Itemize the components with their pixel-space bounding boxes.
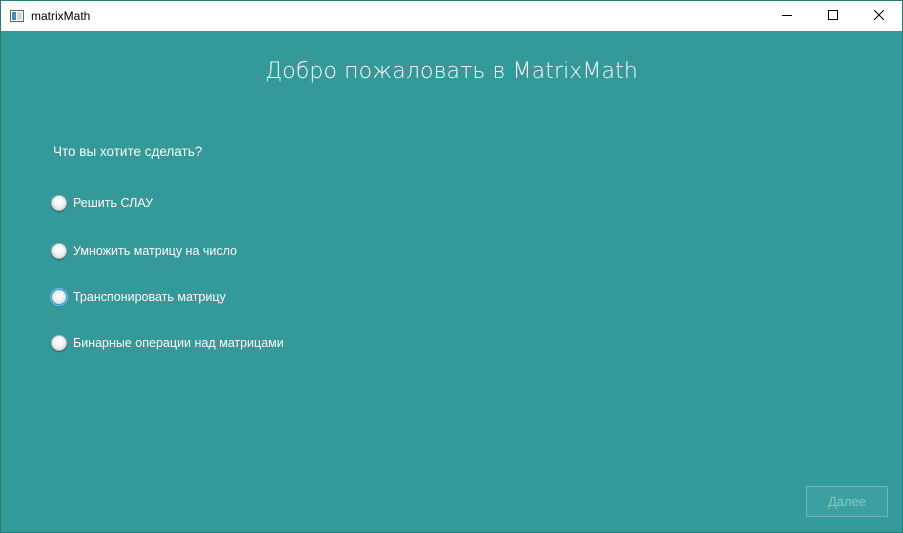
close-button[interactable]	[856, 1, 902, 31]
option-label: Бинарные операции над матрицами	[73, 336, 284, 350]
maximize-icon	[828, 7, 838, 25]
next-button[interactable]: Далее	[806, 486, 888, 517]
option-multiply-by-scalar[interactable]: Умножить матрицу на число	[51, 243, 237, 259]
option-binary-operations[interactable]: Бинарные операции над матрицами	[51, 335, 284, 351]
main-content: Добро пожаловать в MatrixMath Что вы хот…	[1, 31, 902, 532]
welcome-heading: Добро пожаловать в MatrixMath	[265, 59, 638, 84]
window-title: matrixMath	[31, 9, 91, 23]
minimize-icon	[782, 7, 792, 25]
radio-button[interactable]	[51, 289, 67, 305]
radio-button[interactable]	[51, 335, 67, 351]
app-icon	[10, 10, 24, 22]
window-controls	[764, 1, 902, 31]
option-transpose[interactable]: Транспонировать матрицу	[51, 289, 226, 305]
app-window: matrixMath Добро пожаловать в MatrixMath…	[0, 0, 903, 533]
option-label: Решить СЛАУ	[73, 196, 154, 210]
title-bar[interactable]: matrixMath	[1, 1, 902, 31]
radio-button[interactable]	[51, 243, 67, 259]
question-label: Что вы хотите сделать?	[53, 144, 203, 159]
option-label: Транспонировать матрицу	[73, 290, 226, 304]
radio-button[interactable]	[51, 195, 67, 211]
maximize-button[interactable]	[810, 1, 856, 31]
option-solve-slau[interactable]: Решить СЛАУ	[51, 195, 153, 211]
minimize-button[interactable]	[764, 1, 810, 31]
close-icon	[873, 7, 885, 25]
option-label: Умножить матрицу на число	[73, 244, 238, 258]
